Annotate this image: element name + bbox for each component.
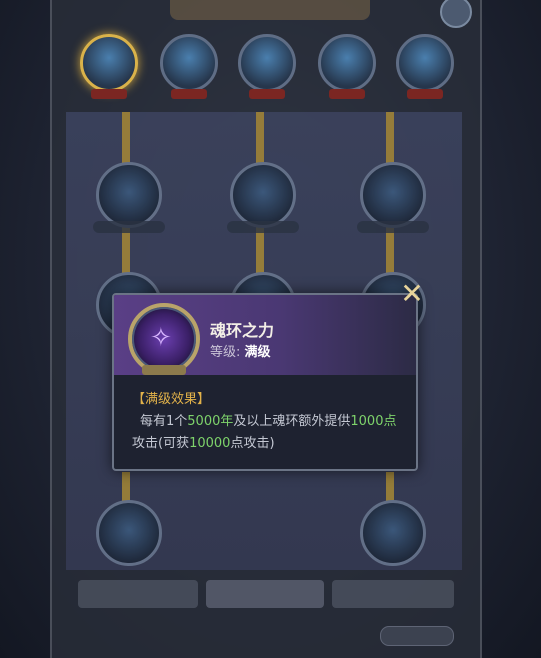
node-name-plate	[93, 221, 165, 233]
level-label: 等级:	[210, 345, 241, 360]
ring-tab-4[interactable]	[318, 34, 376, 99]
soul-ring-tabs	[72, 34, 462, 104]
effect-title: 【满级效果】	[132, 392, 211, 407]
level-line: 等级: 满级	[210, 341, 271, 360]
ring-tab-2[interactable]	[160, 34, 218, 99]
effect-text-part: 攻击(可获	[132, 436, 190, 451]
bottom-tab-right[interactable]	[332, 580, 454, 608]
effect-text-part: 每有1个	[140, 414, 188, 429]
node-name-plate	[227, 221, 299, 233]
popup-body: 【满级效果】 每有1个5000年及以上魂环额外提供1000点攻击(可获10000…	[132, 389, 404, 455]
effect-text-part: 点攻击)	[230, 436, 275, 451]
skill-name: 魂环之力	[210, 321, 275, 340]
ring-tab-3[interactable]	[238, 34, 296, 99]
ring-tab-5[interactable]	[396, 34, 454, 99]
panel-title-bar	[170, 0, 370, 20]
bottom-tab-middle[interactable]	[206, 580, 324, 608]
ring-tab-1[interactable]	[80, 34, 138, 99]
icon-base	[142, 365, 186, 375]
bottom-tab-bar	[78, 580, 458, 610]
talent-node[interactable]	[93, 162, 165, 233]
footer-toggle[interactable]	[380, 626, 454, 646]
talent-node[interactable]	[227, 162, 299, 233]
effect-highlight: 1000点	[350, 414, 397, 429]
bottom-tab-left[interactable]	[78, 580, 198, 608]
talent-node[interactable]	[360, 500, 426, 566]
talent-node[interactable]	[357, 162, 429, 233]
effect-description: 每有1个5000年及以上魂环额外提供1000点攻击(可获10000点攻击)	[132, 411, 404, 455]
effect-highlight: 5000年	[187, 414, 234, 429]
effect-highlight: 10000	[189, 436, 231, 451]
close-icon[interactable]: ✕	[398, 280, 426, 308]
level-value: 满级	[244, 345, 271, 360]
talent-node[interactable]	[96, 500, 162, 566]
swirl-icon: ✧	[150, 323, 172, 353]
node-name-plate	[357, 221, 429, 233]
effect-text-part: 及以上魂环额外提供	[233, 414, 351, 429]
soul-ring-power-icon: ✧	[128, 303, 200, 375]
skill-detail-popup: ✧ 魂环之力 等级: 满级 【满级效果】 每有1个5000年及以上魂环额外提供1…	[112, 293, 418, 471]
